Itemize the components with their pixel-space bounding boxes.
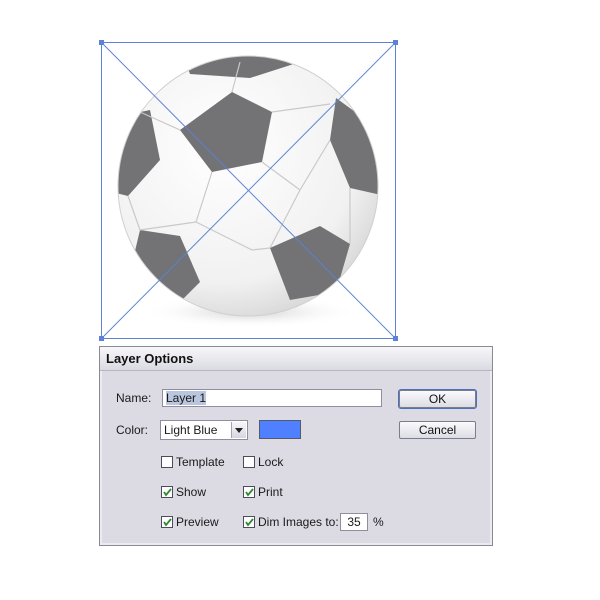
chevron-down-icon <box>235 428 243 433</box>
preview-checkbox[interactable] <box>161 516 173 528</box>
name-field[interactable]: Layer 1 <box>162 389 382 407</box>
cancel-button[interactable]: Cancel <box>399 421 476 439</box>
handle-top-right <box>393 40 398 45</box>
handle-top-left <box>99 40 104 45</box>
name-value: Layer 1 <box>166 391 207 405</box>
color-swatch[interactable] <box>259 420 301 439</box>
layer-options-dialog: Layer Options Name: Layer 1 OK Cancel Co… <box>99 346 493 546</box>
dim-percent-input[interactable]: 35 <box>340 513 368 531</box>
dialog-body: Name: Layer 1 OK Cancel Color: Light Blu… <box>102 371 490 543</box>
print-checkbox[interactable] <box>243 486 255 498</box>
checkmark-icon <box>245 488 254 497</box>
color-label: Color: <box>116 423 149 437</box>
soccer-ball <box>117 55 379 317</box>
dim-images-label: Dim Images to: <box>258 515 339 529</box>
dropdown-arrow[interactable] <box>231 422 246 438</box>
dialog-title: Layer Options <box>100 347 492 371</box>
print-label: Print <box>258 485 283 499</box>
show-label: Show <box>176 485 207 499</box>
checkmark-icon <box>163 518 172 527</box>
percent-unit: % <box>373 515 384 529</box>
template-label: Template <box>176 455 225 469</box>
lock-label: Lock <box>258 455 284 469</box>
checkmark-icon <box>245 518 254 527</box>
artboard: Layer Options Name: Layer 1 OK Cancel Co… <box>0 0 600 600</box>
preview-label: Preview <box>176 515 219 529</box>
ok-button[interactable]: OK <box>398 389 477 409</box>
color-select-value: Light Blue <box>164 423 218 437</box>
color-select[interactable]: Light Blue <box>160 420 248 440</box>
checkmark-icon <box>163 488 172 497</box>
handle-bottom-right <box>393 336 398 341</box>
name-label: Name: <box>116 391 152 405</box>
show-checkbox[interactable] <box>161 486 173 498</box>
handle-bottom-left <box>99 336 104 341</box>
dim-images-checkbox[interactable] <box>243 516 255 528</box>
placed-image[interactable] <box>0 0 600 345</box>
lock-checkbox[interactable] <box>243 456 255 468</box>
template-checkbox[interactable] <box>161 456 173 468</box>
